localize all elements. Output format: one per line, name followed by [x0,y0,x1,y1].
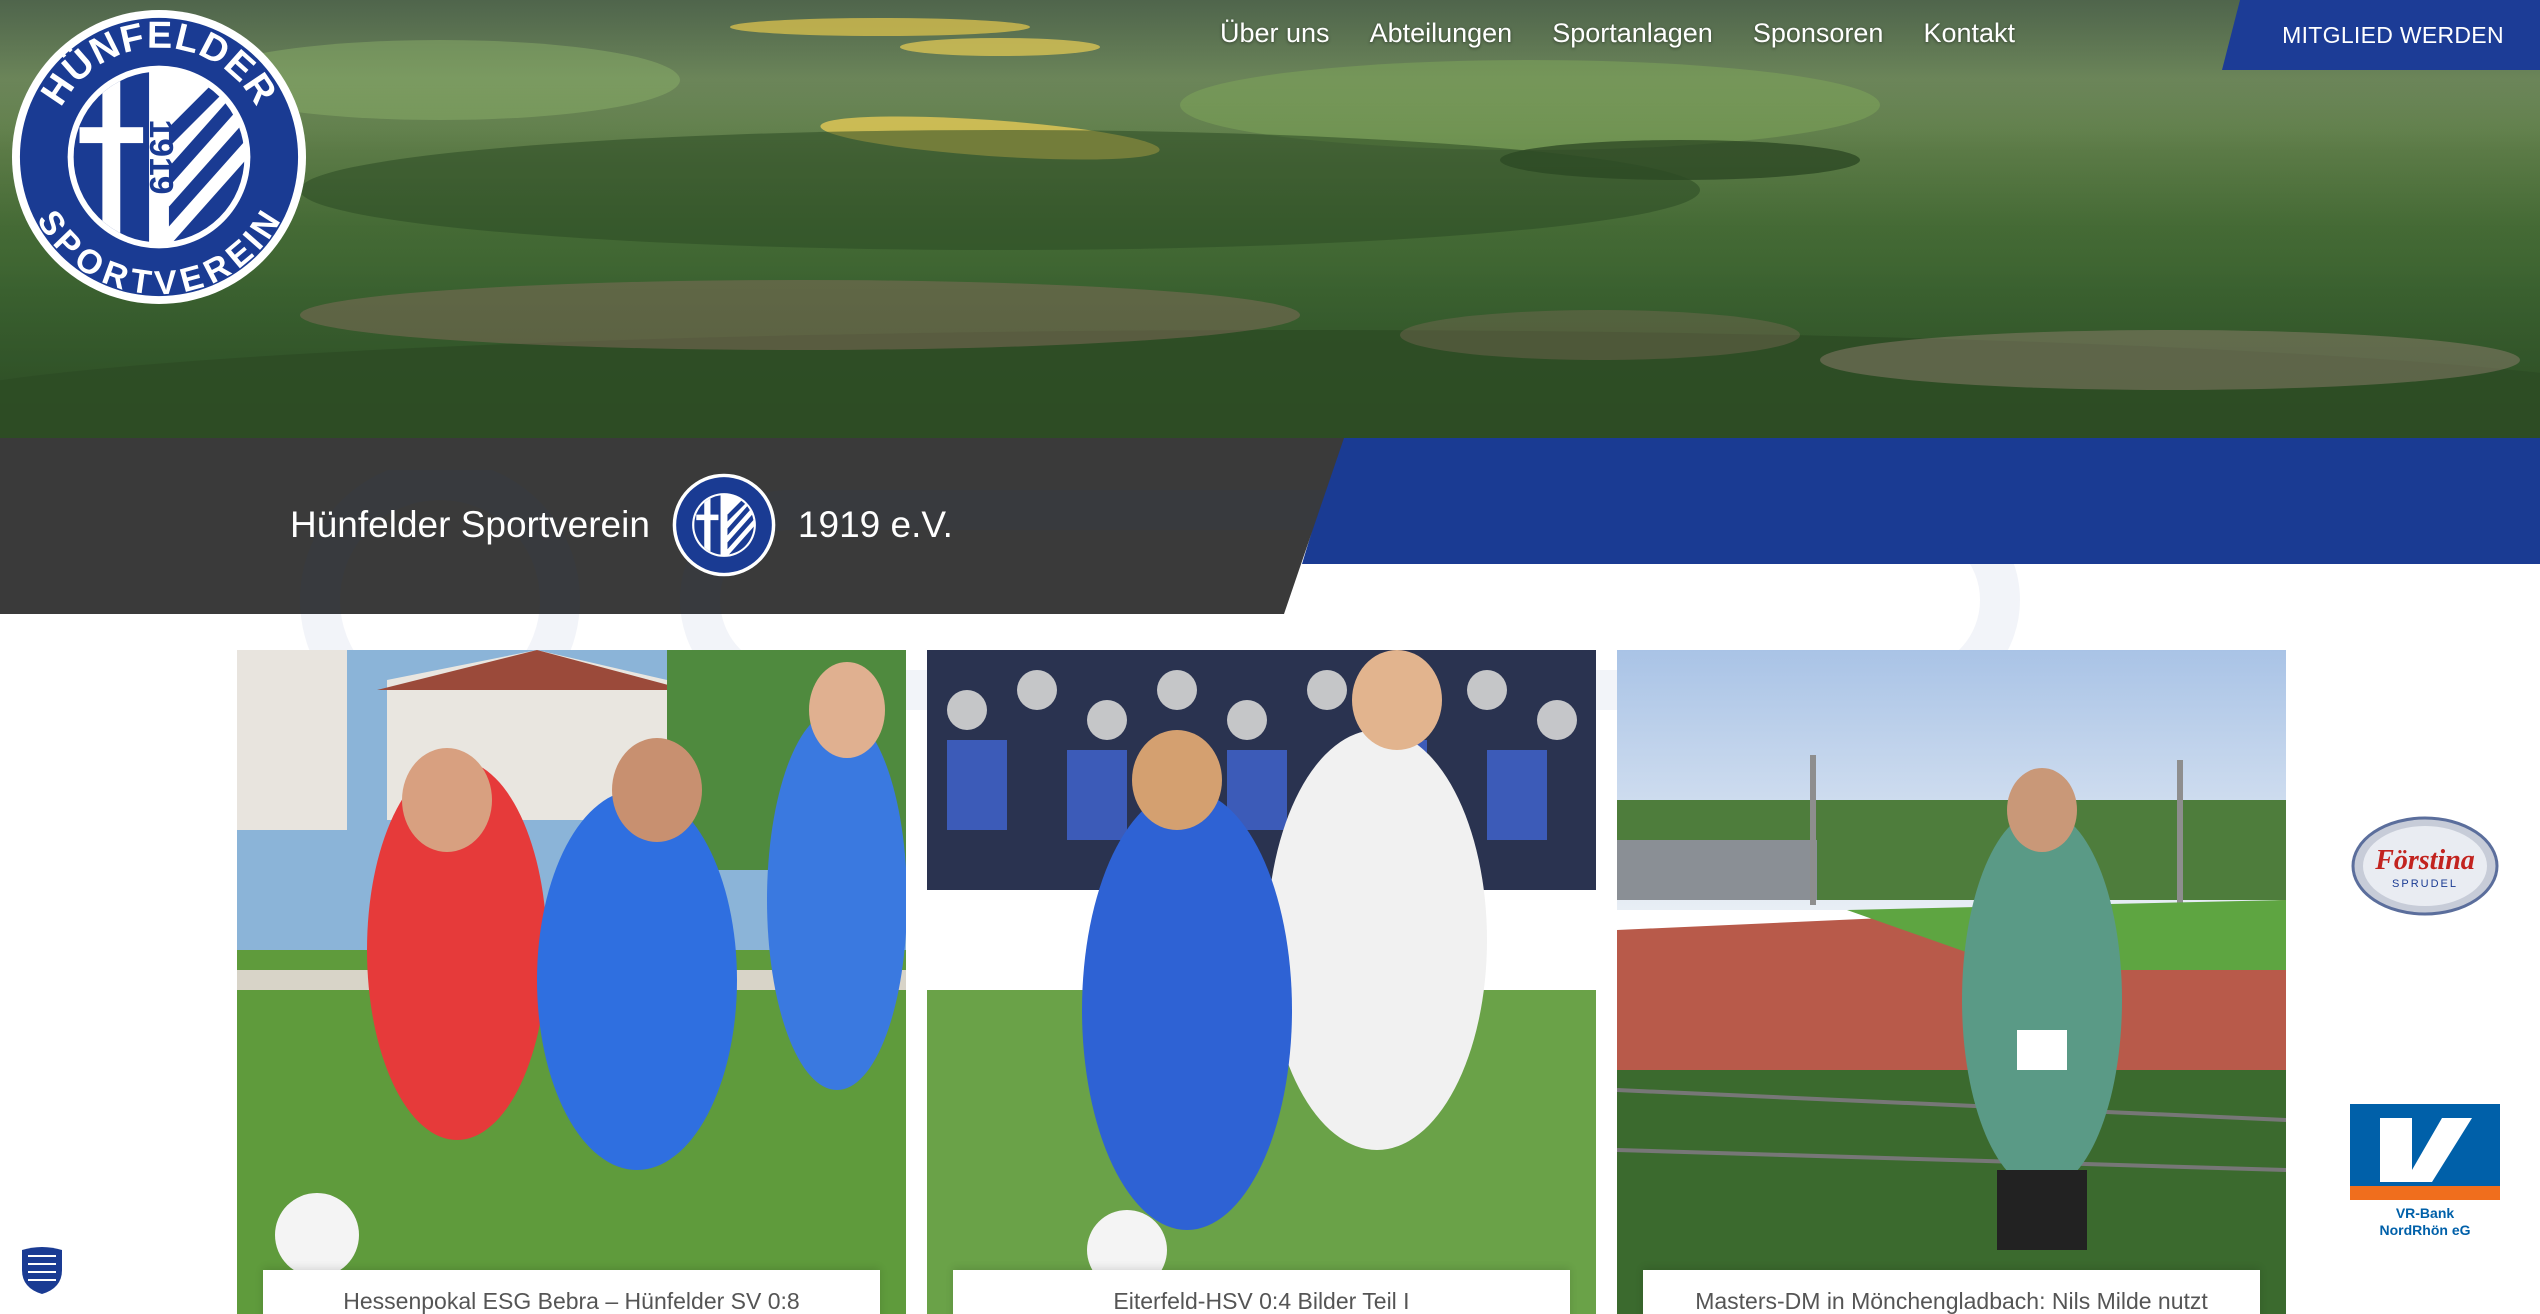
banner-title-right: 1919 e.V. [797,504,953,545]
nav-kontakt[interactable]: Kontakt [1923,18,2015,49]
nav-sponsoren[interactable]: Sponsoren [1753,18,1884,49]
sponsor-vrbank-line2: NordRhön eG [2380,1222,2471,1238]
sponsor-forstina-logo[interactable]: Förstina SPRUDEL [2350,814,2500,918]
banner-title: Hünfelder Sportverein 1919 e.V. [290,473,953,577]
logo-year: 1919 [142,119,180,194]
news-photo-2 [927,650,1596,1314]
sponsor-vrbank-logo[interactable]: VR-Bank NordRhön eG [2350,1104,2500,1244]
sponsor-forstina-name: Förstina [2374,845,2475,876]
news-card-2[interactable]: Eiterfeld-HSV 0:4 Bilder Teil I [927,650,1596,1314]
cta-label: MITGLIED WERDEN [2282,21,2504,48]
shield-icon[interactable] [18,1244,66,1296]
main-navigation: Über uns Abteilungen Sportanlagen Sponso… [1220,18,2015,49]
news-photo-3 [1617,650,2286,1314]
sponsor-forstina-sub: SPRUDEL [2392,878,2458,890]
news-card-1[interactable]: Hessenpokal ESG Bebra – Hünfelder SV 0:8 [237,650,906,1314]
nav-sportanlagen[interactable]: Sportanlagen [1552,18,1713,49]
news-card-3[interactable]: Masters-DM in Mönchengladbach: Nils Mild… [1617,650,2286,1314]
news-photo-1 [237,650,906,1314]
banner-title-left: Hünfelder Sportverein [290,504,650,545]
hero-landscape [0,0,2540,438]
nav-ueber-uns[interactable]: Über uns [1220,18,1330,49]
news-caption-1[interactable]: Hessenpokal ESG Bebra – Hünfelder SV 0:8 [263,1270,880,1314]
sponsor-vrbank-line1: VR-Bank [2396,1205,2455,1221]
nav-abteilungen[interactable]: Abteilungen [1370,18,1513,49]
club-logo[interactable]: HÜNFELDER SPORTVEREIN 1919 [10,8,308,306]
news-caption-2[interactable]: Eiterfeld-HSV 0:4 Bilder Teil I [953,1270,1570,1314]
banner-club-logo [672,473,776,577]
news-caption-3[interactable]: Masters-DM in Mönchengladbach: Nils Mild… [1643,1270,2260,1314]
membership-button[interactable]: MITGLIED WERDEN [2222,0,2540,70]
